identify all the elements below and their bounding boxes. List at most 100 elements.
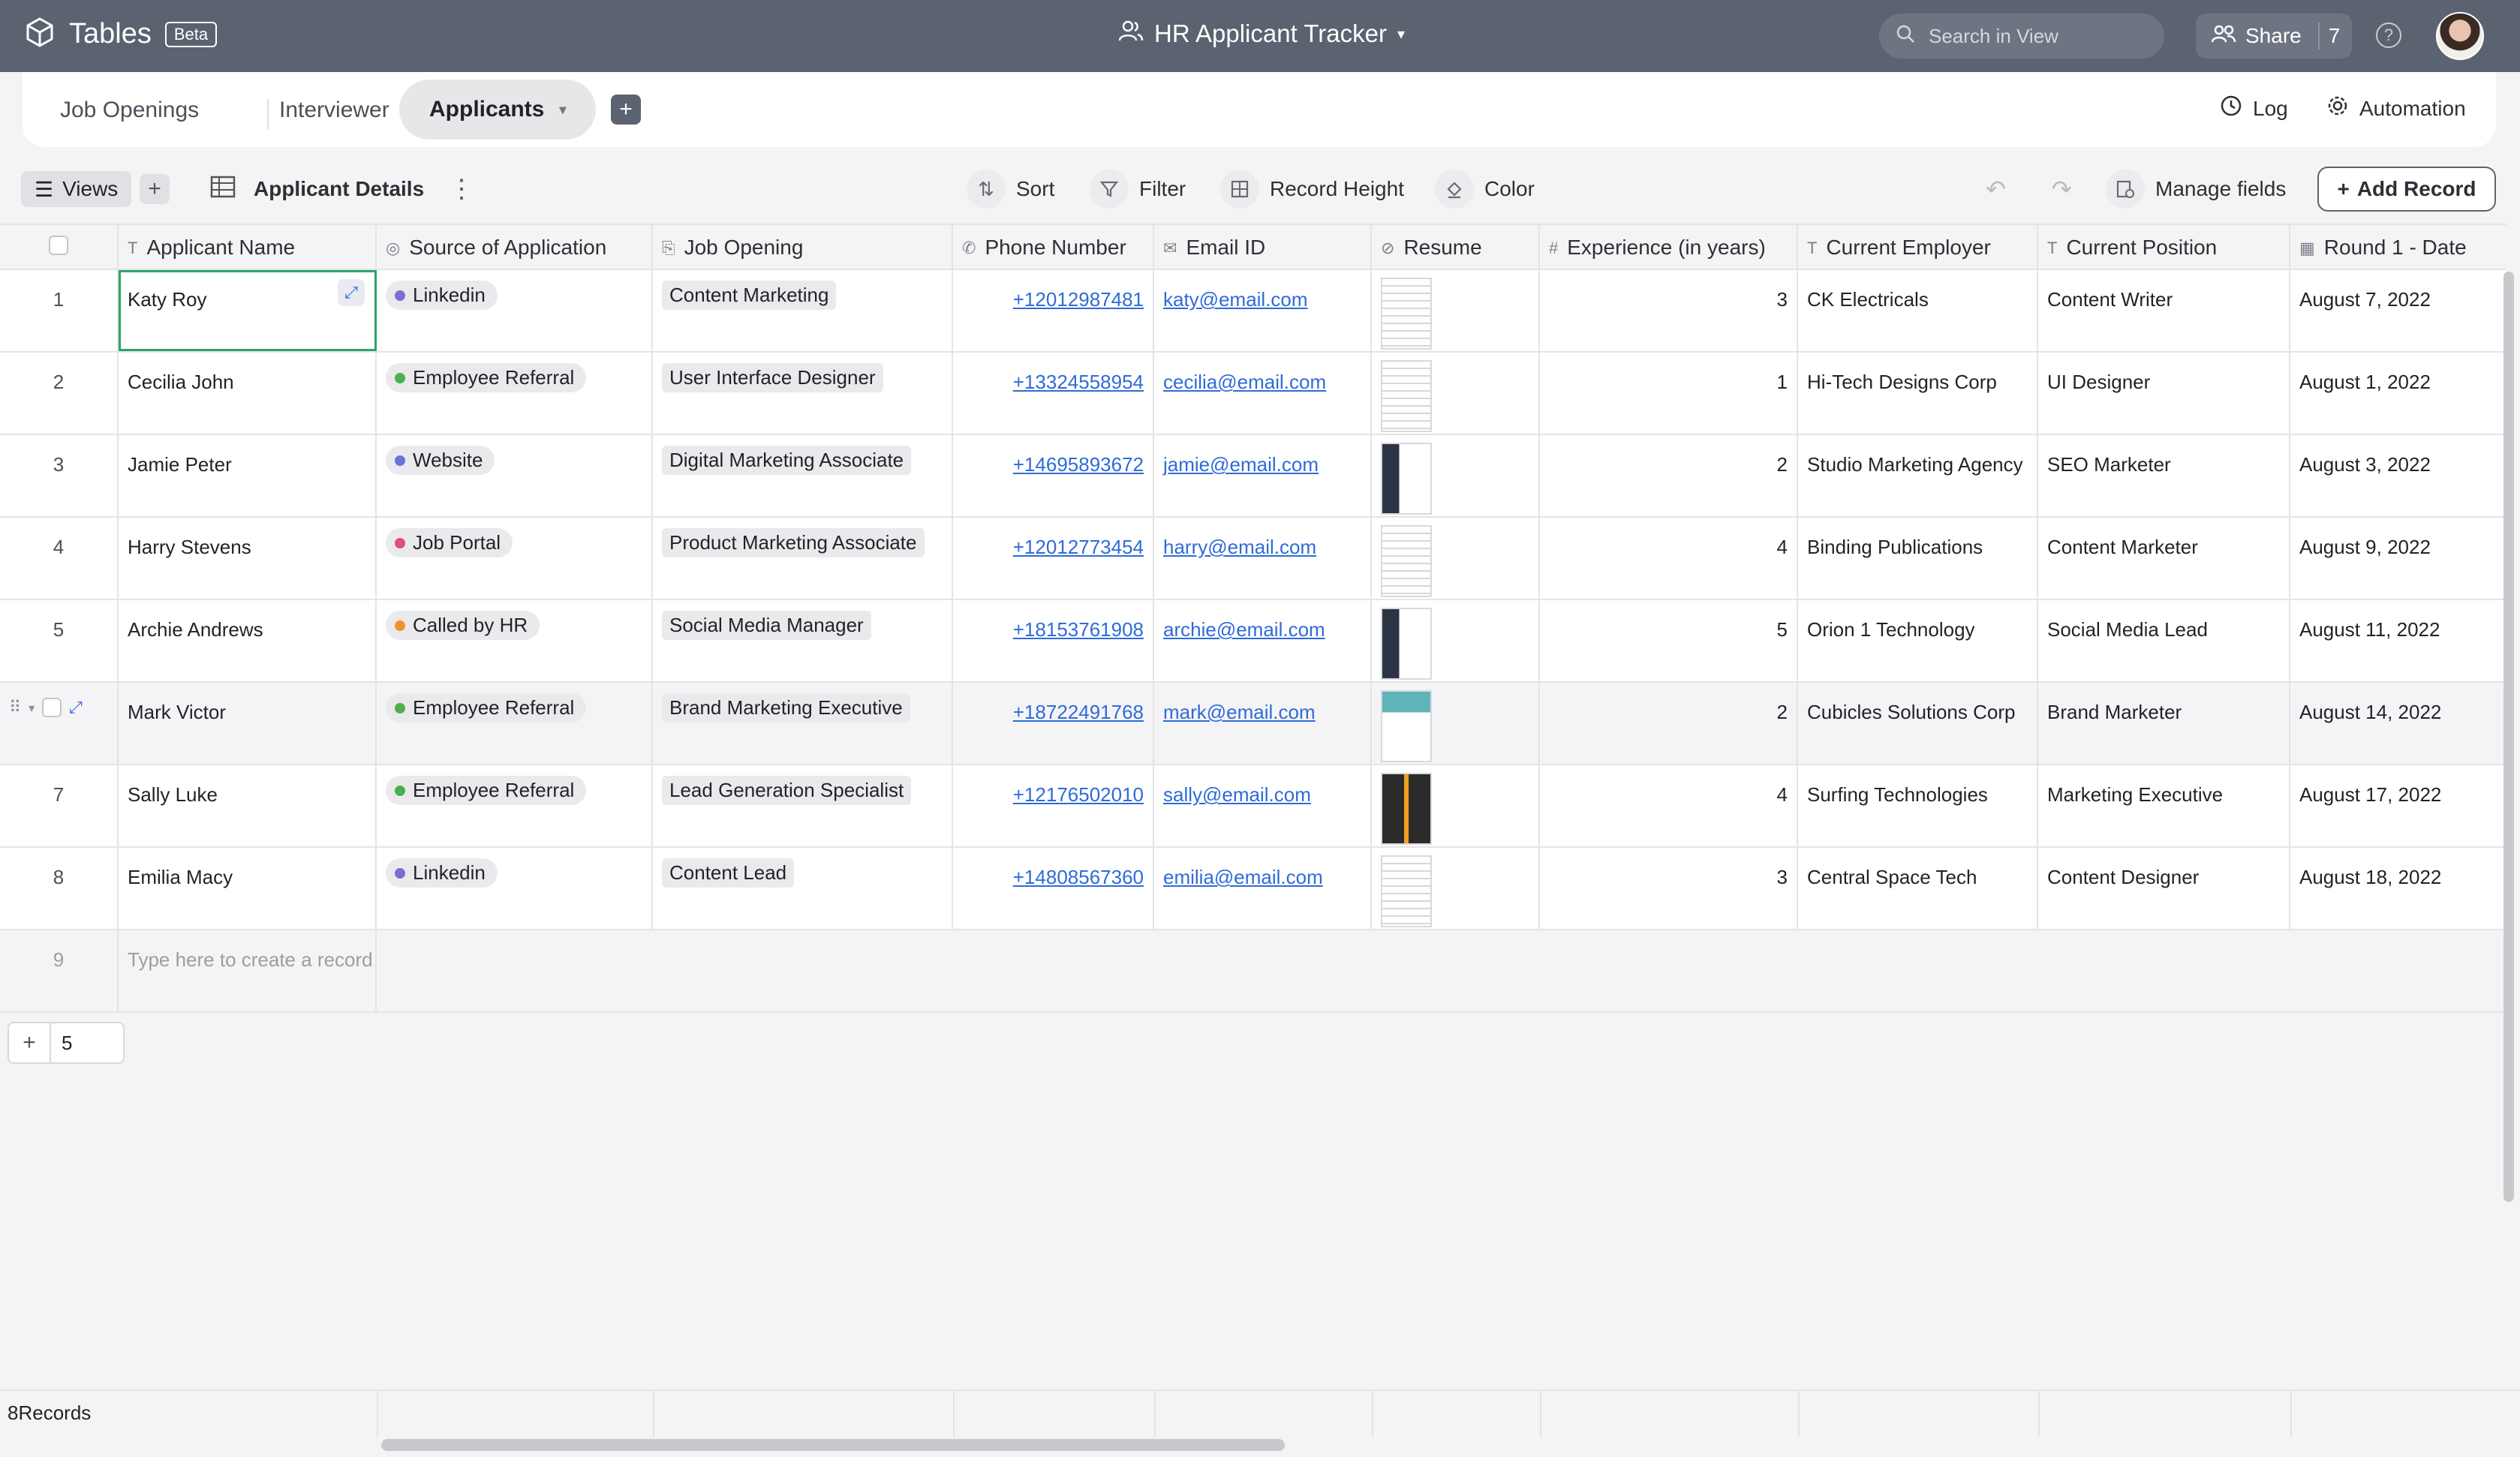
position-cell[interactable]: Marketing Executive — [2038, 765, 2290, 846]
experience-cell[interactable]: 2 — [1540, 683, 1798, 764]
phone-link[interactable]: +12012773454 — [1013, 536, 1144, 558]
experience-cell[interactable]: 3 — [1540, 848, 1798, 929]
phone-link[interactable]: +18722491768 — [1013, 701, 1144, 723]
redo-icon[interactable]: ↷ — [2052, 167, 2072, 212]
date-cell[interactable]: August 11, 2022 — [2290, 600, 2506, 681]
source-cell[interactable]: Employee Referral — [377, 765, 653, 846]
phone-cell[interactable]: +14695893672 — [953, 435, 1154, 516]
employer-cell[interactable]: Central Space Tech — [1798, 848, 2038, 929]
email-link[interactable]: emilia@email.com — [1163, 866, 1323, 888]
resume-cell[interactable] — [1372, 435, 1540, 516]
phone-link[interactable]: +14695893672 — [1013, 453, 1144, 476]
column-header[interactable]: ⎘ Job Opening — [653, 225, 953, 269]
add-rows-count[interactable]: 5 — [51, 1023, 72, 1062]
resume-thumbnail[interactable] — [1381, 690, 1432, 762]
phone-link[interactable]: +12176502010 — [1013, 783, 1144, 806]
applicant-name-cell[interactable]: Archie Andrews — [119, 600, 377, 681]
row-checkbox[interactable] — [42, 698, 62, 717]
plus-icon[interactable]: + — [9, 1023, 51, 1062]
resume-cell[interactable] — [1372, 600, 1540, 681]
base-title[interactable]: HR Applicant Tracker ▾ — [1118, 20, 1405, 48]
experience-cell[interactable]: 2 — [1540, 435, 1798, 516]
email-cell[interactable]: sally@email.com — [1154, 765, 1372, 846]
employer-cell[interactable]: Cubicles Solutions Corp — [1798, 683, 2038, 764]
tab-applicants[interactable]: Applicants ▾ — [399, 80, 597, 140]
table-row[interactable]: ⠿ ▾ ⤢ Mark Victor Employee Referral Bran… — [0, 683, 2506, 765]
position-cell[interactable]: Content Marketer — [2038, 518, 2290, 599]
resume-thumbnail[interactable] — [1381, 278, 1432, 350]
resume-cell[interactable] — [1372, 353, 1540, 434]
email-link[interactable]: jamie@email.com — [1163, 453, 1319, 476]
resume-cell[interactable] — [1372, 683, 1540, 764]
job-opening-cell[interactable]: Content Lead — [653, 848, 953, 929]
email-cell[interactable]: harry@email.com — [1154, 518, 1372, 599]
column-header[interactable]: T Applicant Name — [119, 225, 377, 269]
vertical-scrollbar[interactable] — [2503, 272, 2514, 1202]
resume-cell[interactable] — [1372, 848, 1540, 929]
position-cell[interactable]: UI Designer — [2038, 353, 2290, 434]
source-cell[interactable]: Job Portal — [377, 518, 653, 599]
resume-thumbnail[interactable] — [1381, 525, 1432, 597]
column-header[interactable]: T Current Position — [2038, 225, 2290, 269]
column-header[interactable]: ⊘ Resume — [1372, 225, 1540, 269]
phone-cell[interactable]: +18722491768 — [953, 683, 1154, 764]
column-header[interactable]: # Experience (in years) — [1540, 225, 1798, 269]
phone-link[interactable]: +18153761908 — [1013, 618, 1144, 641]
table-row[interactable]: 2 Cecilia John Employee Referral User In… — [0, 353, 2506, 435]
color-button[interactable]: Color — [1435, 167, 1535, 212]
employer-cell[interactable]: Surfing Technologies — [1798, 765, 2038, 846]
resume-cell[interactable] — [1372, 518, 1540, 599]
job-opening-cell[interactable]: Lead Generation Specialist — [653, 765, 953, 846]
employer-cell[interactable]: Orion 1 Technology — [1798, 600, 2038, 681]
phone-link[interactable]: +14808567360 — [1013, 866, 1144, 888]
add-table-button[interactable]: + — [611, 95, 641, 125]
automation-button[interactable]: Automation — [2326, 95, 2466, 122]
source-cell[interactable]: Called by HR — [377, 600, 653, 681]
phone-link[interactable]: +12012987481 — [1013, 288, 1144, 311]
applicant-name-cell[interactable]: Harry Stevens — [119, 518, 377, 599]
applicant-name-cell[interactable]: Cecilia John — [119, 353, 377, 434]
views-button[interactable]: ☰ Views — [21, 171, 132, 207]
add-record-button[interactable]: + Add Record — [2317, 167, 2496, 212]
log-button[interactable]: Log — [2220, 95, 2288, 122]
phone-cell[interactable]: +14808567360 — [953, 848, 1154, 929]
email-link[interactable]: sally@email.com — [1163, 783, 1311, 806]
new-record-row[interactable]: 9 Type here to create a record — [0, 930, 2506, 1013]
undo-icon[interactable]: ↶ — [1986, 167, 2006, 212]
source-cell[interactable]: Website — [377, 435, 653, 516]
column-header[interactable]: ◎ Source of Application — [377, 225, 653, 269]
view-selector[interactable]: Applicant Details — [210, 167, 424, 212]
table-row[interactable]: 7 Sally Luke Employee Referral Lead Gene… — [0, 765, 2506, 848]
date-cell[interactable]: August 14, 2022 — [2290, 683, 2506, 764]
job-opening-cell[interactable]: Brand Marketing Executive — [653, 683, 953, 764]
position-cell[interactable]: SEO Marketer — [2038, 435, 2290, 516]
tab-interviewer[interactable]: Interviewer — [257, 92, 389, 129]
experience-cell[interactable]: 5 — [1540, 600, 1798, 681]
email-link[interactable]: cecilia@email.com — [1163, 371, 1326, 393]
more-options-icon[interactable]: ⋮ — [449, 167, 474, 212]
resume-thumbnail[interactable] — [1381, 360, 1432, 432]
horizontal-scrollbar[interactable] — [381, 1439, 1285, 1451]
tab-job-openings[interactable]: Job Openings — [60, 92, 199, 129]
column-header[interactable]: ▦ Round 1 - Date — [2290, 225, 2506, 269]
expand-icon[interactable]: ⤢ — [69, 698, 83, 717]
date-cell[interactable]: August 18, 2022 — [2290, 848, 2506, 929]
experience-cell[interactable]: 4 — [1540, 518, 1798, 599]
experience-cell[interactable]: 1 — [1540, 353, 1798, 434]
email-cell[interactable]: katy@email.com — [1154, 270, 1372, 351]
resume-thumbnail[interactable] — [1381, 773, 1432, 845]
position-cell[interactable]: Content Designer — [2038, 848, 2290, 929]
source-cell[interactable]: Linkedin — [377, 848, 653, 929]
date-cell[interactable]: August 17, 2022 — [2290, 765, 2506, 846]
resume-cell[interactable] — [1372, 765, 1540, 846]
brand[interactable]: Tables Beta — [24, 17, 218, 52]
resume-cell[interactable] — [1372, 270, 1540, 351]
email-cell[interactable]: archie@email.com — [1154, 600, 1372, 681]
new-record-input[interactable]: Type here to create a record — [119, 930, 377, 1011]
applicant-name-cell[interactable]: Mark Victor — [119, 683, 377, 764]
employer-cell[interactable]: Studio Marketing Agency — [1798, 435, 2038, 516]
table-row[interactable]: 5 Archie Andrews Called by HR Social Med… — [0, 600, 2506, 683]
email-link[interactable]: harry@email.com — [1163, 536, 1316, 558]
email-link[interactable]: katy@email.com — [1163, 288, 1308, 311]
applicant-name-cell[interactable]: Jamie Peter — [119, 435, 377, 516]
